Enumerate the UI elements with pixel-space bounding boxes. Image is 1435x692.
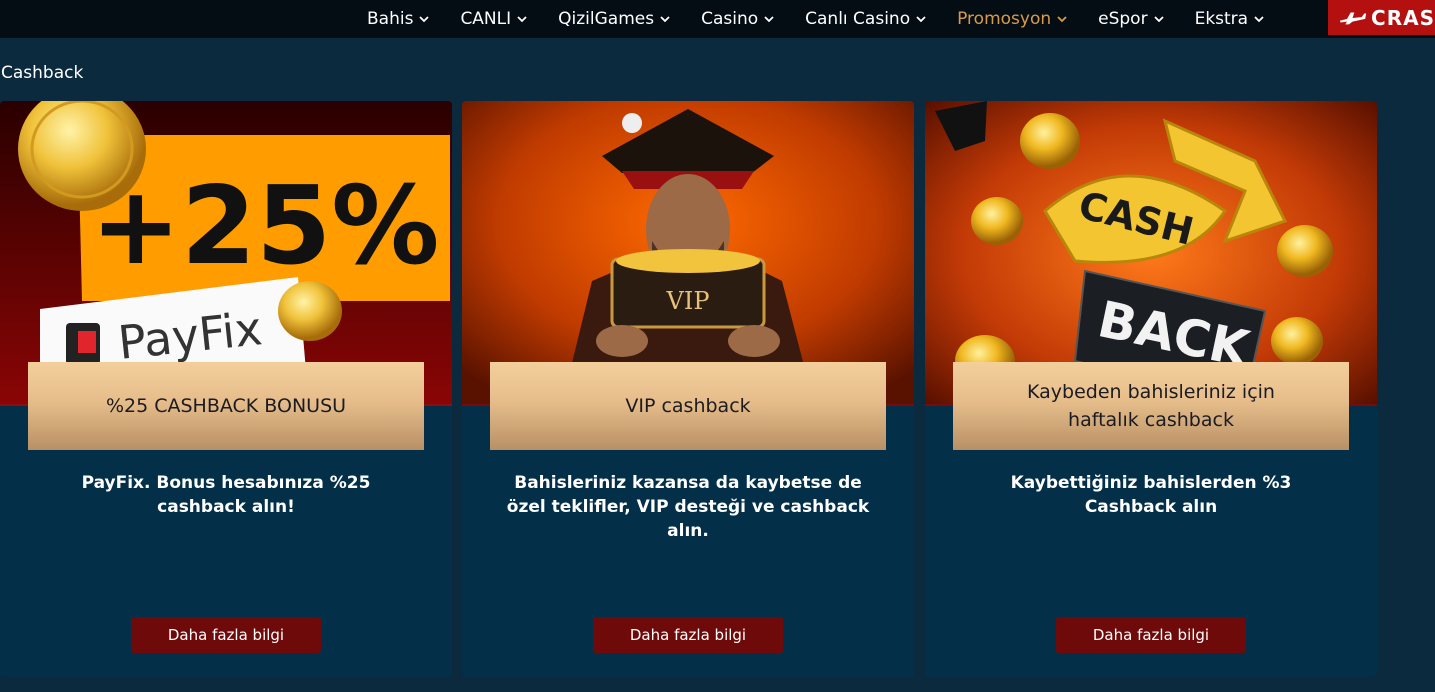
nav-item-promosyon[interactable]: Promosyon: [957, 9, 1068, 29]
crash-label: CRAS: [1371, 5, 1435, 30]
nav-item-canli[interactable]: CANLI: [460, 9, 528, 29]
chevron-down-icon: [1153, 16, 1164, 23]
chevron-down-icon: [916, 16, 926, 23]
promo-card-vip: VIP VIP cashback Bahisleriniz kazansa da…: [462, 101, 914, 677]
promo-card-weekly-cashback: CASH BACK Kaybeden bahisleriniz için haf…: [925, 101, 1377, 677]
more-info-button[interactable]: Daha fazla bilgi: [131, 617, 321, 653]
nav-item-qizilgames[interactable]: QizilGames: [558, 9, 671, 29]
nav-item-ekstra[interactable]: Ekstra: [1195, 9, 1266, 29]
nav-item-label: Promosyon: [957, 9, 1052, 29]
promo-banner-image: +25% PayFix: [0, 101, 452, 404]
more-info-button[interactable]: Daha fazla bilgi: [593, 617, 783, 653]
promo-title: Kaybeden bahisleriniz için haftalık cash…: [953, 362, 1349, 450]
promo-description: Kaybettiğiniz bahislerden %3 Cashback al…: [1010, 473, 1292, 517]
crash-game-button[interactable]: CRAS: [1328, 0, 1435, 35]
promo-card-payfix: +25% PayFix %25 CASHBACK BONUSU PayFix. …: [0, 101, 452, 677]
section-title: Cashback: [1, 63, 84, 83]
nav-item-label: QizilGames: [558, 9, 655, 29]
promo-description: PayFix. Bonus hesabınıza %25 cashback al…: [81, 473, 371, 517]
banner-percent-text: +25%: [91, 164, 440, 289]
promo-description: Bahisleriniz kazansa da kaybetse de özel…: [506, 473, 870, 541]
promo-title: VIP cashback: [490, 362, 886, 450]
chevron-down-icon: [1254, 16, 1264, 23]
promo-banner-image: CASH BACK: [925, 101, 1377, 404]
nav-item-label: CANLI: [460, 9, 512, 29]
nav-menu: Bahis CANLI QizilGames Casino Canlı Casi…: [352, 0, 1280, 38]
nav-item-casino[interactable]: Casino: [701, 9, 775, 29]
chest-label: VIP: [666, 287, 710, 315]
chevron-down-icon: [764, 16, 774, 23]
nav-item-label: Ekstra: [1194, 9, 1249, 29]
chevron-down-icon: [419, 16, 430, 23]
airplane-icon: [1339, 12, 1367, 24]
nav-item-espor[interactable]: eSpor: [1098, 9, 1164, 29]
nav-item-label: eSpor: [1098, 9, 1148, 29]
promo-banner-image: VIP: [462, 101, 914, 404]
more-info-button[interactable]: Daha fazla bilgi: [1056, 617, 1246, 653]
top-navigation: Bahis CANLI QizilGames Casino Canlı Casi…: [0, 0, 1435, 38]
nav-item-bahis[interactable]: Bahis: [367, 9, 430, 29]
chevron-down-icon: [517, 16, 527, 23]
nav-item-canli-casino[interactable]: Canlı Casino: [805, 9, 927, 29]
nav-item-label: Bahis: [367, 9, 414, 29]
chevron-down-icon: [660, 16, 670, 23]
chevron-down-icon: [1057, 16, 1067, 23]
promo-title: %25 CASHBACK BONUSU: [28, 362, 424, 450]
nav-item-label: Casino: [701, 9, 759, 29]
nav-item-label: Canlı Casino: [805, 9, 911, 29]
